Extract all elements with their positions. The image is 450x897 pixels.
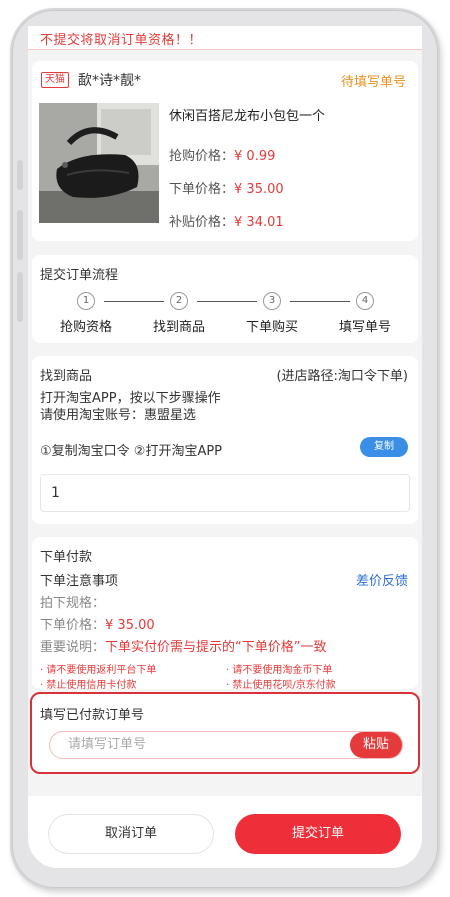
rule-item: · 请不要使用返利平台下单 — [40, 665, 157, 676]
volume-up-button — [17, 210, 23, 260]
fill-order-title: 填写已付款订单号 — [40, 708, 145, 723]
important-note: 重要说明：下单实付价需与提示的“下单价格”一致 — [40, 636, 327, 655]
notice-title: 下单注意事项 — [40, 574, 119, 589]
rule-item: · 禁止使用花呗/京东付款 — [226, 680, 336, 691]
shop-name: 歃*诗*靓* — [78, 73, 141, 89]
step-connector — [197, 301, 257, 302]
payment-price-label: 下单价格： — [40, 618, 106, 633]
step-number: 3 — [263, 292, 281, 310]
payment-price-value: ¥ 35.00 — [105, 618, 155, 633]
grab-price-label: 抢购价格： — [169, 149, 235, 164]
payment-card: 下单付款 下单注意事项 差价反馈 拍下规格： 下单价格：¥ 35.00 重要说明… — [32, 537, 418, 691]
order-flow-card: 提交订单流程 1 2 3 4 抢购资格 找到商品 下单购买 填写单号 — [32, 255, 418, 343]
copy-steps-text: ①复制淘宝口令 ②打开淘宝APP — [40, 444, 223, 459]
step-number: 1 — [77, 292, 95, 310]
find-goods-card: 找到商品 (进店路径:淘口令下单) 打开淘宝APP，按以下步骤操作 请使用淘宝账… — [32, 356, 418, 524]
bottom-action-bar: 取消订单 提交订单 — [28, 796, 422, 868]
step-label: 抢购资格 — [59, 320, 112, 335]
payment-title: 下单付款 — [40, 550, 93, 565]
step-number: 4 — [356, 292, 374, 310]
step-connector — [104, 301, 164, 302]
spec-label: 拍下规格： — [40, 596, 106, 611]
order-price-value: ¥ 35.00 — [234, 182, 284, 197]
app-screen: 不提交将取消订单资格！！ 天猫 歃*诗*靓* 待填写单号 休闲百搭尼龙布小包包一… — [28, 26, 422, 868]
step-connector — [290, 301, 350, 302]
payment-price-row: 下单价格：¥ 35.00 — [40, 614, 155, 633]
taobao-account-note: 请使用淘宝账号：惠盟星选 — [40, 408, 197, 423]
bag-image-icon — [39, 103, 159, 223]
step-number: 2 — [170, 292, 188, 310]
fill-order-section: 填写已付款订单号 请填写订单号 粘贴 — [30, 692, 420, 774]
grab-price-value: ¥ 0.99 — [234, 149, 276, 164]
paste-button[interactable]: 粘贴 — [350, 732, 402, 758]
order-price-label: 下单价格： — [169, 182, 235, 197]
rule-item: · 请不要使用淘金币下单 — [226, 665, 333, 676]
copy-button[interactable]: 复制 — [360, 437, 408, 457]
submit-order-button[interactable]: 提交订单 — [235, 814, 401, 854]
product-card: 天猫 歃*诗*靓* 待填写单号 休闲百搭尼龙布小包包一个 抢购价格：¥ 0.99… — [32, 61, 418, 241]
order-price-row: 下单价格：¥ 35.00 — [169, 178, 284, 197]
step-label: 下单购买 — [245, 320, 298, 335]
shop-tag: 天猫 — [41, 72, 69, 88]
subsidy-price-row: 补贴价格：¥ 34.01 — [169, 211, 284, 230]
flow-title: 提交订单流程 — [40, 268, 119, 283]
grab-price-row: 抢购价格：¥ 0.99 — [169, 145, 275, 164]
store-path-note: (进店路径:淘口令下单) — [276, 369, 408, 384]
subsidy-price-value: ¥ 34.01 — [234, 215, 284, 230]
warning-banner: 不提交将取消订单资格！！ — [28, 26, 422, 50]
rule-item: · 禁止使用信用卡付款 — [40, 680, 137, 691]
find-title: 找到商品 — [40, 369, 93, 384]
important-label: 重要说明： — [40, 640, 106, 655]
step-label: 找到商品 — [152, 320, 205, 335]
subsidy-price-label: 补贴价格： — [169, 215, 235, 230]
product-title: 休闲百搭尼龙布小包包一个 — [169, 109, 326, 124]
taobao-code-field[interactable]: 1 — [40, 474, 410, 512]
step-label: 填写单号 — [338, 320, 391, 335]
order-status: 待填写单号 — [340, 75, 406, 90]
volume-down-button — [17, 272, 23, 322]
important-value: 下单实付价需与提示的“下单价格”一致 — [105, 640, 327, 655]
cancel-order-button[interactable]: 取消订单 — [48, 814, 214, 854]
mute-switch — [17, 160, 23, 190]
product-image[interactable] — [39, 103, 159, 223]
warning-text: 不提交将取消订单资格！！ — [40, 33, 203, 48]
price-feedback-link[interactable]: 差价反馈 — [356, 570, 408, 589]
